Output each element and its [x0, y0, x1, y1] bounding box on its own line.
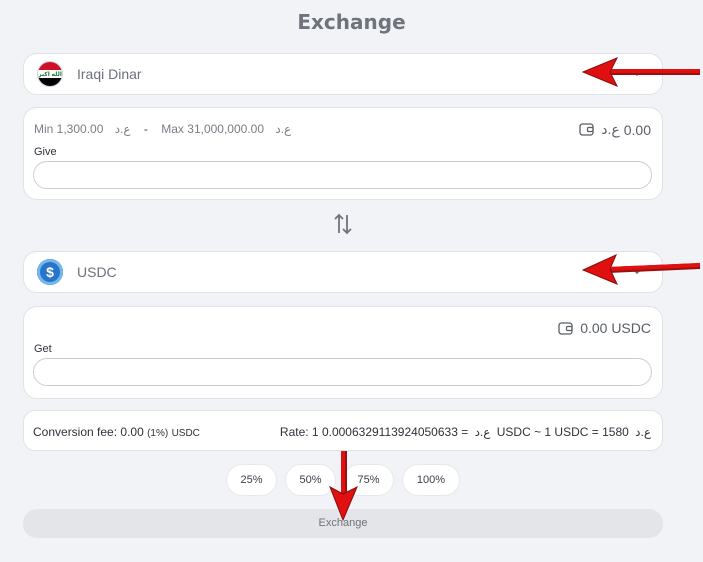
fee-percent: (1%) — [147, 428, 169, 439]
fee-rate-bar: Conversion fee: 0.00 (1%) USDC Rate: 1 ع… — [23, 410, 663, 451]
exchange-button[interactable]: Exchange — [23, 509, 663, 538]
get-amount-input[interactable] — [33, 358, 652, 386]
rate-symbol: ع.د — [474, 425, 491, 439]
page-title: Exchange — [297, 10, 406, 34]
max-amount: Max 31,000,000.00 — [161, 122, 265, 136]
chevron-down-icon[interactable] — [630, 264, 644, 278]
max-currency-symbol: ع.د — [275, 122, 292, 136]
give-label: Give — [34, 146, 57, 158]
give-balance-symbol: ع.د — [601, 121, 620, 137]
get-label: Get — [34, 343, 52, 355]
rate-symbol-2: ع.د — [635, 425, 651, 439]
usdc-coin-symbol: $ — [46, 264, 54, 280]
percent-25-button[interactable]: 25% — [226, 464, 277, 496]
min-currency-symbol: ع.د — [114, 122, 131, 136]
flag-emblem: الله اكبر — [38, 72, 62, 78]
fee-unit: USDC — [171, 428, 200, 439]
to-currency-name: USDC — [77, 264, 117, 280]
get-balance-value: 0.00 USDC — [580, 320, 651, 336]
range-separator: - — [143, 122, 148, 136]
give-limits: Min 1,300.00 ع.د - Max 31,000,000.00 ع.د — [34, 122, 291, 136]
from-currency-name: Iraqi Dinar — [77, 66, 142, 82]
to-currency-select[interactable]: $ USDC — [23, 251, 663, 293]
get-balance: 0.00 USDC — [558, 320, 651, 336]
conversion-fee: Conversion fee: 0.00 (1%) USDC — [33, 425, 200, 439]
percent-50-button[interactable]: 50% — [285, 464, 336, 496]
wallet-icon — [558, 321, 573, 335]
swap-arrows-icon[interactable] — [333, 212, 353, 236]
give-balance: ع.د 0.00 — [579, 121, 651, 138]
chevron-down-icon[interactable] — [630, 66, 644, 80]
give-card: Min 1,300.00 ع.د - Max 31,000,000.00 ع.د… — [23, 107, 663, 200]
usdc-coin-icon: $ — [37, 259, 63, 285]
iraq-flag-icon: الله اكبر — [37, 61, 63, 87]
min-amount: Min 1,300.00 — [34, 122, 104, 136]
exchange-rate: Rate: 1 ع.د = 0.0006329113924050633 USDC… — [280, 425, 651, 439]
give-amount-input[interactable] — [33, 161, 652, 189]
get-card: 0.00 USDC Get — [23, 306, 663, 399]
give-balance-value: 0.00 — [623, 121, 651, 138]
percent-100-button[interactable]: 100% — [402, 464, 460, 496]
wallet-icon — [579, 123, 594, 136]
from-currency-select[interactable]: الله اكبر Iraqi Dinar — [23, 53, 663, 95]
fee-label: Conversion fee: — [33, 425, 118, 439]
rate-prefix: Rate: 1 — [279, 425, 319, 439]
percent-75-button[interactable]: 75% — [343, 464, 394, 496]
fee-amount: 0.00 — [120, 425, 144, 439]
